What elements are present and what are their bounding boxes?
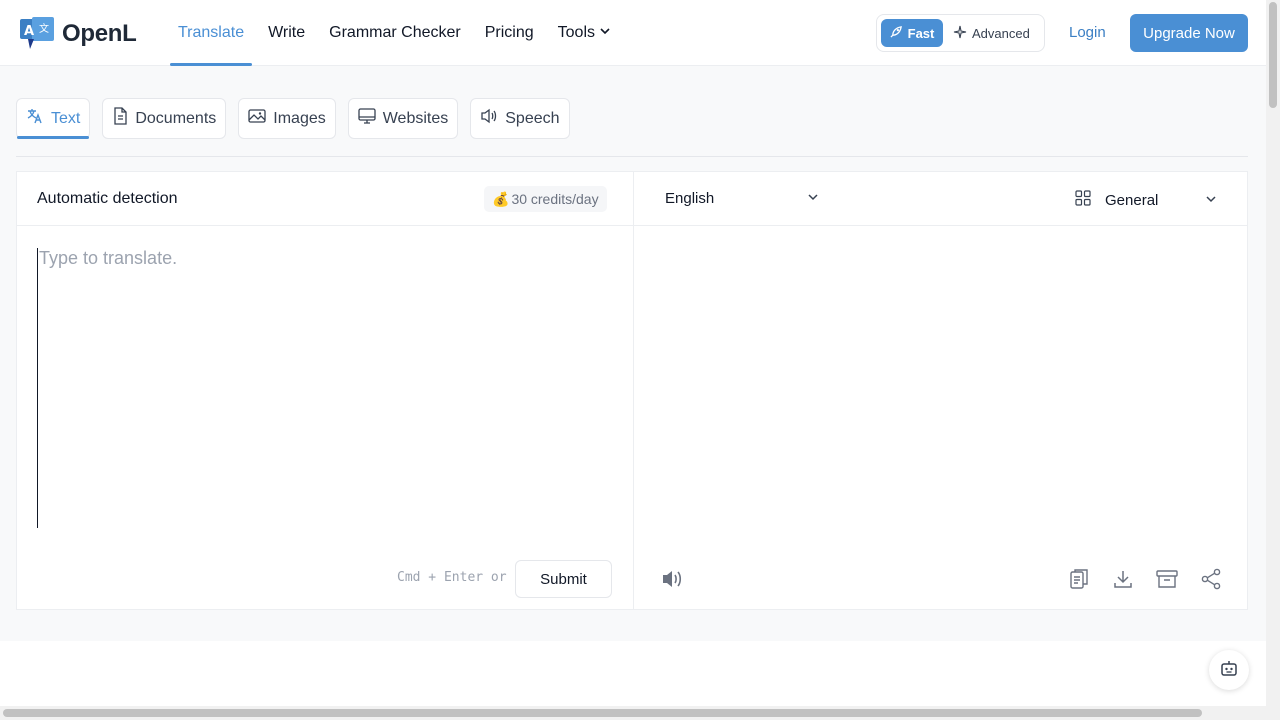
target-language-label: English — [665, 190, 715, 207]
nav-grammar-checker[interactable]: Grammar Checker — [321, 0, 469, 66]
grid-icon — [1075, 190, 1091, 210]
tab-websites-label: Websites — [382, 109, 449, 127]
speaker-icon — [480, 108, 498, 129]
tab-documents[interactable]: Documents — [102, 98, 227, 139]
target-language-selector[interactable]: English — [665, 190, 819, 207]
translate-icon — [26, 107, 44, 130]
advanced-mode-label: Advanced — [972, 25, 1030, 41]
fast-mode-button[interactable]: Fast — [881, 19, 943, 47]
nav-write[interactable]: Write — [260, 0, 313, 66]
top-header: A 文 OpenL Translate Write Grammar Checke… — [0, 0, 1266, 66]
output-actions — [1068, 568, 1222, 590]
source-language-selector[interactable]: Automatic detection — [37, 190, 178, 208]
svg-text:文: 文 — [39, 22, 49, 35]
document-icon — [112, 107, 128, 130]
submit-shortcut-hint: Cmd + Enter or — [397, 570, 507, 585]
main-nav: Translate Write Grammar Checker Pricing … — [170, 0, 627, 66]
credits-badge: 💰 30 credits/day — [484, 186, 607, 212]
source-text-input[interactable] — [37, 248, 613, 528]
svg-text:A: A — [24, 24, 34, 39]
translate-type-tabs: Text Documents Images Websites Speech — [16, 98, 570, 139]
tab-speech[interactable]: Speech — [470, 98, 570, 139]
translation-panel: Automatic detection 💰 30 credits/day Eng… — [16, 171, 1248, 610]
tab-text[interactable]: Text — [16, 98, 91, 139]
chat-bot-button[interactable] — [1209, 650, 1249, 690]
horizontal-scrollbar[interactable] — [0, 706, 1280, 720]
tab-documents-label: Documents — [135, 109, 217, 127]
chevron-down-icon — [599, 24, 611, 42]
login-link[interactable]: Login — [1069, 24, 1106, 41]
horizontal-scrollbar-thumb[interactable] — [3, 709, 1202, 717]
share-icon[interactable] — [1200, 568, 1222, 590]
sparkle-icon — [953, 25, 967, 42]
vertical-scrollbar[interactable] — [1266, 0, 1280, 706]
archive-icon[interactable] — [1156, 568, 1178, 590]
advanced-mode-button[interactable]: Advanced — [953, 19, 1030, 47]
listen-speaker-icon[interactable] — [660, 568, 684, 595]
image-icon — [248, 108, 266, 129]
domain-selector[interactable]: General — [1075, 190, 1217, 210]
nav-translate[interactable]: Translate — [170, 0, 253, 66]
nav-tools-label: Tools — [557, 24, 595, 41]
nav-pricing[interactable]: Pricing — [477, 0, 542, 66]
tab-images[interactable]: Images — [238, 98, 336, 139]
credits-label: 30 credits/day — [511, 191, 599, 207]
rocket-icon — [890, 25, 903, 41]
chevron-down-icon — [807, 190, 819, 207]
mode-toggle: Fast Advanced — [876, 14, 1045, 52]
brand-name: OpenL — [62, 20, 137, 47]
logo-icon: A 文 — [20, 17, 54, 51]
submit-button[interactable]: Submit — [515, 560, 612, 598]
tab-text-label: Text — [51, 109, 81, 127]
tab-speech-label: Speech — [505, 109, 560, 127]
tab-websites[interactable]: Websites — [347, 98, 459, 139]
robot-icon — [1220, 659, 1238, 682]
upgrade-now-button[interactable]: Upgrade Now — [1130, 14, 1248, 52]
vertical-scrollbar-thumb[interactable] — [1269, 2, 1277, 108]
panel-header-divider — [17, 225, 1247, 226]
panel-divider — [633, 172, 634, 609]
tab-images-label: Images — [273, 109, 326, 127]
nav-tools[interactable]: Tools — [550, 0, 619, 66]
monitor-icon — [358, 108, 376, 129]
fast-mode-label: Fast — [907, 25, 935, 41]
tabs-divider — [16, 156, 1248, 157]
openl-logo[interactable]: A 文 OpenL — [20, 17, 137, 51]
chevron-down-icon — [1205, 192, 1217, 209]
copy-icon[interactable] — [1068, 568, 1090, 590]
domain-label: General — [1105, 191, 1159, 209]
download-icon[interactable] — [1112, 568, 1134, 590]
money-bag-icon: 💰 — [492, 190, 510, 207]
